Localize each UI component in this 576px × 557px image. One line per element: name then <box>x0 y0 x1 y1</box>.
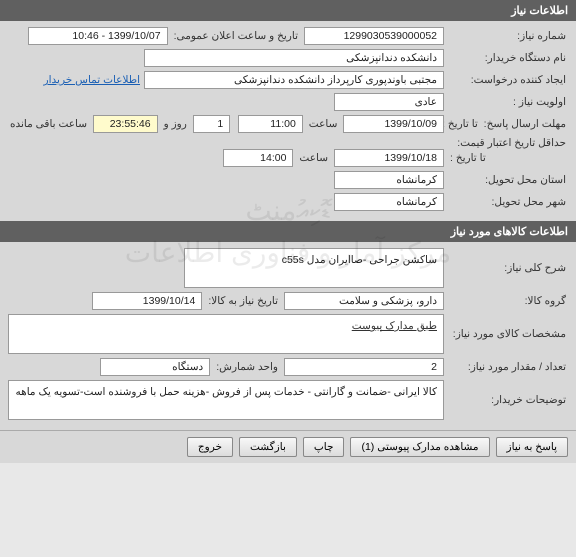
contact-link[interactable]: اطلاعات تماس خریدار <box>44 74 140 86</box>
response-deadline-label: مهلت ارسال پاسخ: تا تاریخ : <box>448 118 568 130</box>
section1-body: شماره نیاز: 1299030539000052 تاریخ و ساع… <box>0 21 576 221</box>
priority-label: اولویت نیاز : <box>448 96 568 108</box>
need-by-label: تاریخ نیاز به کالا: <box>206 295 280 307</box>
remaining-label: ساعت باقی مانده <box>8 118 89 130</box>
min-validity-label: حداقل تاریخ اعتبار قیمت: <box>448 137 568 149</box>
need-number-field: 1299030539000052 <box>304 27 444 45</box>
back-button[interactable]: بازگشت <box>239 437 297 457</box>
unit-label: واحد شمارش: <box>214 361 280 373</box>
notes-field: کالا ایرانی -ضمانت و گارانتی - خدمات پس … <box>8 380 444 420</box>
desc-label: شرح کلی نیاز: <box>448 262 568 274</box>
announce-field: 1399/10/07 - 10:46 <box>28 27 168 45</box>
province-field: کرمانشاه <box>334 171 444 189</box>
priority-field: عادی <box>334 93 444 111</box>
section1-header: اطلاعات نیاز <box>0 0 576 21</box>
buyer-label: نام دستگاه خریدار: <box>448 52 568 64</box>
print-button[interactable]: چاپ <box>303 437 345 457</box>
desc-field: ساکشن جراحی -صاایران مدل c55s <box>184 248 444 288</box>
day-count-field: 1 <box>193 115 230 133</box>
creator-field: مجتبی باوندپوری کارپرداز دانشکده دندانپز… <box>144 71 444 89</box>
province-label: استان محل تحویل: <box>448 174 568 186</box>
attachment-link[interactable]: طبق مدارک پیوست <box>352 319 437 335</box>
section2-body: شرح کلی نیاز: ساکشن جراحی -صاایران مدل c… <box>0 242 576 430</box>
group-label: گروه کالا: <box>448 295 568 307</box>
to-date-label-2: تا تاریخ : <box>448 152 568 164</box>
qty-field: 2 <box>284 358 444 376</box>
spec-field: طبق مدارک پیوست <box>8 314 444 354</box>
response-date-field: 1399/10/09 <box>343 115 444 133</box>
city-field: کرمانشاه <box>334 193 444 211</box>
unit-field: دستگاه <box>100 358 210 376</box>
section2-header: اطلاعات کالاهای مورد نیاز <box>0 221 576 242</box>
view-attachments-button[interactable]: مشاهده مدارک پیوستی (1) <box>350 437 489 457</box>
exit-button[interactable]: خروج <box>187 437 233 457</box>
need-number-label: شماره نیاز: <box>448 30 568 42</box>
announce-label: تاریخ و ساعت اعلان عمومی: <box>172 30 300 42</box>
city-label: شهر محل تحویل: <box>448 196 568 208</box>
need-by-field: 1399/10/14 <box>92 292 202 310</box>
notes-label: توضیحات خریدار: <box>448 394 568 406</box>
day-and-label: روز و <box>162 118 189 130</box>
buyer-field: دانشکده دندانپزشکی <box>144 49 444 67</box>
response-time-label: ساعت <box>307 118 340 130</box>
creator-label: ایجاد کننده درخواست: <box>448 74 568 86</box>
spec-label: مشخصات کالای مورد نیاز: <box>448 328 568 340</box>
validity-time-field: 14:00 <box>223 149 293 167</box>
validity-time-label: ساعت <box>297 152 330 164</box>
group-field: دارو، پزشکی و سلامت <box>284 292 444 310</box>
reply-button[interactable]: پاسخ به نیاز <box>496 437 568 457</box>
remaining-time-field: 23:55:46 <box>93 115 158 133</box>
qty-label: تعداد / مقدار مورد نیاز: <box>448 361 568 373</box>
validity-date-field: 1399/10/18 <box>334 149 444 167</box>
footer-bar: پاسخ به نیاز مشاهده مدارک پیوستی (1) چاپ… <box>0 430 576 463</box>
response-time-field: 11:00 <box>238 115 303 133</box>
